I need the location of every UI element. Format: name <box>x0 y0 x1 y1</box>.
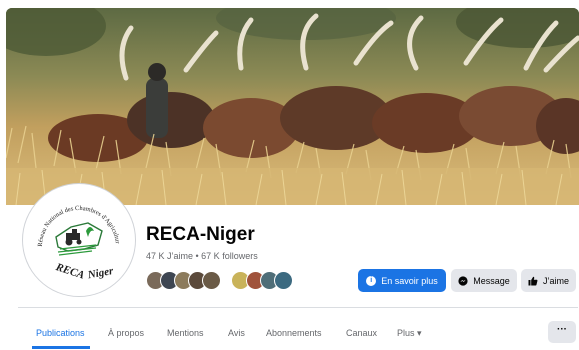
follower-avatar[interactable] <box>274 271 293 290</box>
message-label: Message <box>473 275 510 286</box>
follower-avatar[interactable] <box>202 271 221 290</box>
tab-publications[interactable]: Publications <box>36 316 85 349</box>
tab-channels[interactable]: Canaux <box>346 316 377 349</box>
page-title: RECA-Niger <box>146 224 255 245</box>
cover-photo-image <box>6 8 579 205</box>
tab-mentions[interactable]: Mentions <box>167 316 204 349</box>
info-icon: i <box>366 275 377 286</box>
tab-reviews[interactable]: Avis <box>228 316 245 349</box>
like-button[interactable]: J’aime <box>521 269 576 292</box>
learn-more-button[interactable]: i En savoir plus <box>358 269 446 292</box>
message-button[interactable]: Message <box>451 269 517 292</box>
header-divider <box>18 307 578 308</box>
page-stats[interactable]: 47 K J’aime • 67 K followers <box>146 251 258 261</box>
more-options-button[interactable]: ··· <box>548 321 576 343</box>
tab-more[interactable]: Plus ▾ <box>397 316 422 349</box>
reca-logo: Réseau National des Chambres d'Agricultu… <box>26 187 131 292</box>
thumbs-up-icon <box>528 276 538 285</box>
tab-about[interactable]: À propos <box>108 316 144 349</box>
like-label: J’aime <box>542 275 569 286</box>
profile-picture[interactable]: Réseau National des Chambres d'Agricultu… <box>23 184 135 296</box>
tab-followings[interactable]: Abonnements <box>266 316 322 349</box>
messenger-icon <box>458 275 468 286</box>
cover-photo[interactable] <box>6 8 579 205</box>
learn-more-label: En savoir plus <box>381 275 438 286</box>
